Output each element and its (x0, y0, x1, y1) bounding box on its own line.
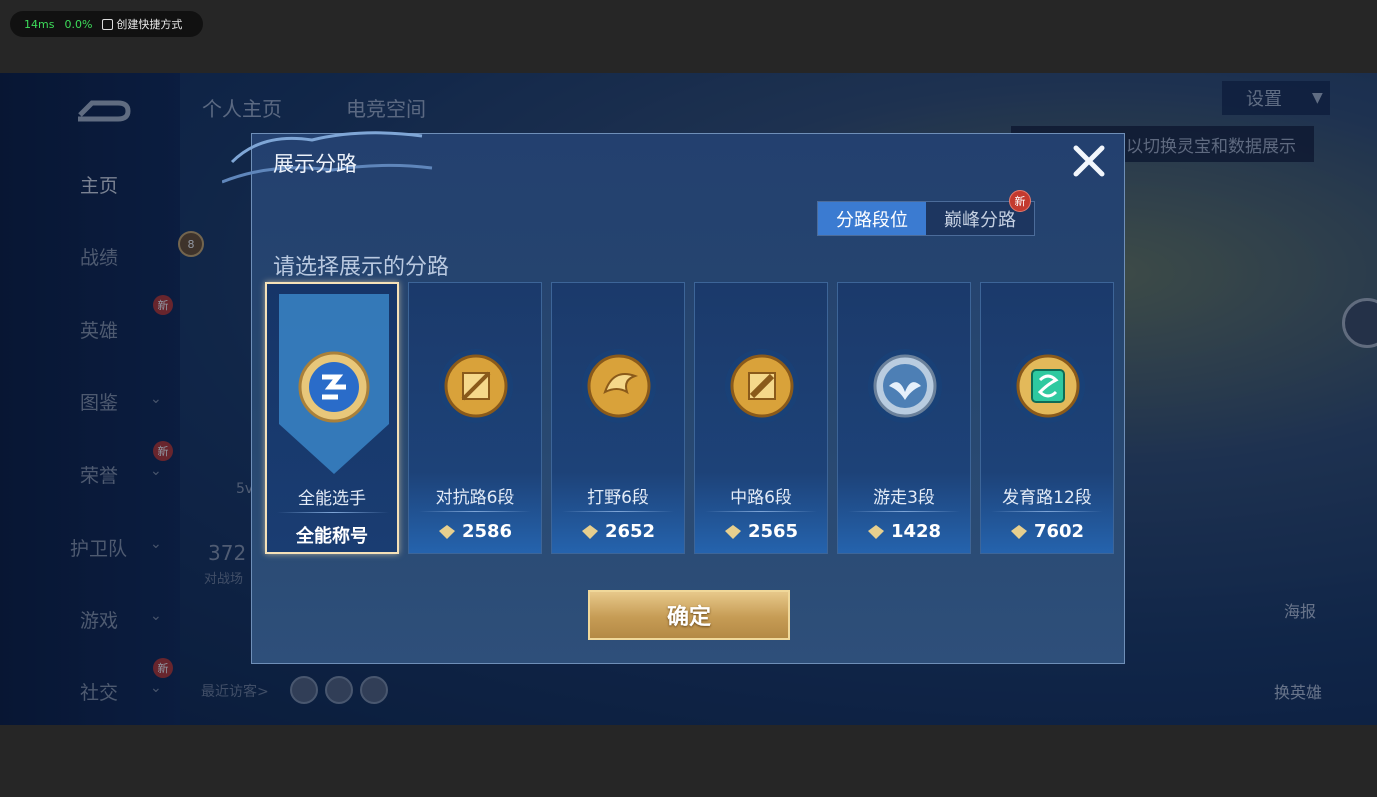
lane-card-jungle[interactable]: 打野6段 2652 (551, 282, 685, 554)
lane-score-value: 2565 (747, 521, 799, 542)
screen: 14ms 0.0% 创建快捷方式 个人主页 电竞空间 主页 战绩 英雄 新 图鉴… (0, 0, 1377, 797)
lane-rank: 发育路12段 (1002, 488, 1092, 508)
rank-score-icon (438, 524, 455, 539)
lane-card-allround[interactable]: 全能选手 全能称号 (265, 282, 399, 554)
latency-text: 14ms (24, 17, 55, 31)
lane-rank: 游走3段 (873, 488, 935, 508)
rank-score-icon (867, 524, 884, 539)
lane-card-mid[interactable]: 中路6段 2565 (694, 282, 828, 554)
tab-peak-lane[interactable]: 巅峰分路 新 (926, 190, 1034, 235)
lane-mode-toggle: 分路段位 巅峰分路 新 (817, 190, 1035, 236)
close-icon[interactable] (1070, 142, 1108, 180)
allround-emblem-icon (298, 351, 370, 423)
lane-score: 全能称号 (267, 522, 397, 548)
lane-rank: 打野6段 (587, 488, 649, 508)
tab-lane-rank[interactable]: 分路段位 (818, 202, 926, 235)
lane-display-dialog: 展示分路 分路段位 巅峰分路 新 请选择展示的分路 全能选手 全能称号 对抗路6… (222, 131, 1125, 664)
farm-lane-icon (1011, 349, 1085, 423)
lane-score-value: 全能称号 (296, 526, 368, 547)
lane-score: 2652 (552, 521, 684, 542)
lane-rank: 中路6段 (730, 488, 792, 508)
lane-score-value: 7602 (1033, 521, 1085, 542)
new-badge: 新 (1009, 190, 1031, 212)
clash-lane-icon (439, 349, 513, 423)
shortcut-icon (102, 18, 114, 30)
lane-score-value: 2652 (604, 521, 656, 542)
divider (277, 512, 389, 513)
roam-icon (868, 349, 942, 423)
dialog-title: 展示分路 (273, 152, 357, 176)
tab-peak-lane-label: 巅峰分路 (944, 209, 1016, 231)
lane-card-farm[interactable]: 发育路12段 7602 (980, 282, 1114, 554)
lane-score: 2586 (409, 521, 541, 542)
divider (991, 511, 1103, 512)
jungle-icon (582, 349, 656, 423)
lane-score: 7602 (981, 521, 1113, 542)
lane-card-clash[interactable]: 对抗路6段 2586 (408, 282, 542, 554)
lane-score: 2565 (695, 521, 827, 542)
mid-lane-icon (725, 349, 799, 423)
lane-rank: 全能选手 (298, 489, 366, 509)
loss-text: 0.0% (64, 17, 93, 31)
lane-score: 1428 (838, 521, 970, 542)
dialog-subtitle: 请选择展示的分路 (273, 255, 450, 280)
rank-score-icon (724, 524, 741, 539)
lane-card-list: 全能选手 全能称号 对抗路6段 2586 打野6段 2652 中路6段 2565… (265, 282, 1115, 554)
create-shortcut-label: 创建快捷方式 (116, 18, 183, 31)
create-shortcut-button[interactable]: 创建快捷方式 (102, 16, 182, 32)
confirm-button[interactable]: 确定 (588, 590, 790, 640)
lane-rank: 对抗路6段 (435, 488, 515, 508)
rank-score-icon (1010, 524, 1027, 539)
perf-overlay: 14ms 0.0% 创建快捷方式 (10, 11, 203, 37)
lane-card-roam[interactable]: 游走3段 1428 (837, 282, 971, 554)
bottom-bar (0, 725, 1377, 797)
divider (562, 511, 674, 512)
divider (705, 511, 817, 512)
rank-score-icon (581, 524, 598, 539)
divider (419, 511, 531, 512)
divider (848, 511, 960, 512)
lane-score-value: 1428 (890, 521, 942, 542)
lane-score-value: 2586 (461, 521, 513, 542)
